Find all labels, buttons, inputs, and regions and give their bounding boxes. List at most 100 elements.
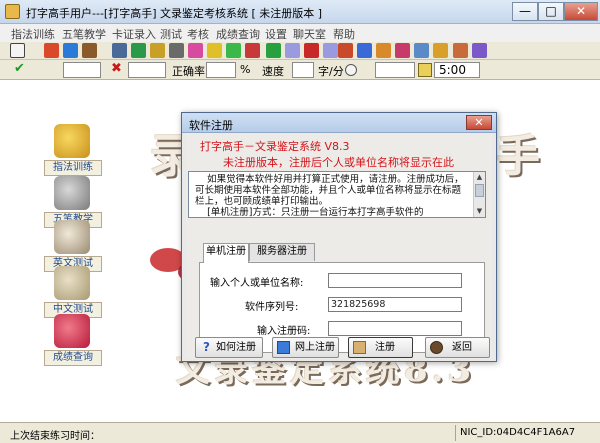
square-icon[interactable]	[285, 43, 300, 58]
tab-server[interactable]: 服务器注册	[249, 243, 315, 261]
menu-item-card-entry[interactable]: 卡证录入	[112, 26, 156, 42]
square2-icon[interactable]	[323, 43, 338, 58]
disk-icon[interactable]	[131, 43, 146, 58]
house-icon[interactable]	[376, 43, 391, 58]
notice-text: 如果觉得本软件好用并打算正式使用，请注册。注册成功后，可长期使用本软件全部功能，…	[195, 174, 464, 218]
chart-icon[interactable]	[188, 43, 203, 58]
check-toolbar-icon[interactable]	[266, 43, 281, 58]
serial-label: 软件序列号:	[245, 302, 299, 313]
serial-input[interactable]: 321825698	[328, 297, 462, 312]
alarm-clock-icon	[418, 63, 432, 77]
how-to-register-button[interactable]: ? 如何注册	[195, 337, 263, 358]
bar-chart-icon[interactable]	[338, 43, 353, 58]
menu-item-chatroom[interactable]: 聊天室	[293, 26, 326, 42]
dialog-title: 软件注册	[189, 119, 233, 132]
correct-icon: ✔	[14, 61, 25, 76]
scroll-up-icon[interactable]: ▲	[475, 173, 484, 182]
window-title: 打字高手用户---[打字高手] 文录鉴定考核系统 [ 未注册版本 ]	[26, 7, 323, 20]
online-register-label: 网上注册	[295, 342, 335, 353]
nic-id: NIC_ID:04D4C4F1A6A7	[460, 427, 576, 438]
stats-toolbar: ✔ ✖ 正确率 % 速度 字/分 5:00	[0, 60, 600, 80]
maximize-button[interactable]: □	[538, 2, 564, 21]
dialog-body: 打字高手－文录鉴定系统 V8.3 未注册版本，注册后个人或单位名称将显示在此 如…	[186, 133, 492, 359]
online-register-button[interactable]: 网上注册	[272, 337, 339, 358]
leaf-icon[interactable]	[226, 43, 241, 58]
tab-standalone[interactable]: 单机注册	[203, 243, 249, 263]
play-icon[interactable]	[10, 43, 25, 58]
clock-icon[interactable]	[150, 43, 165, 58]
star-icon	[54, 124, 90, 158]
menu-bar: 指法训练 五笔教学 卡证录入 测试 考核 成绩查询 设置 聊天室 帮助	[0, 24, 600, 42]
register-icon	[353, 341, 366, 354]
name-label: 输入个人或单位名称:	[210, 278, 304, 289]
people-icon[interactable]	[395, 43, 410, 58]
pause-icon[interactable]	[63, 43, 78, 58]
dialog-heading: 打字高手－文录鉴定系统 V8.3	[200, 140, 350, 153]
speed-unit-label: 字/分	[318, 65, 344, 78]
gift-icon	[54, 314, 90, 348]
menu-item-fingering[interactable]: 指法训练	[11, 26, 55, 42]
grid-icon[interactable]	[357, 43, 372, 58]
notice-scrollbar[interactable]: ▲ ▼	[473, 172, 485, 217]
title-bar: 打字高手用户---[打字高手] 文录鉴定考核系统 [ 未注册版本 ] — □ ✕	[0, 0, 600, 24]
menu-item-exam[interactable]: 考核	[187, 26, 209, 42]
registration-tabs: 单机注册 服务器注册	[199, 243, 485, 263]
wrong-count-field	[128, 62, 166, 78]
chinese-test-icon	[54, 266, 90, 300]
stop-icon[interactable]	[44, 43, 59, 58]
record-icon[interactable]	[82, 43, 97, 58]
background-watermark-right: 手	[496, 131, 540, 182]
cat-icon[interactable]	[453, 43, 468, 58]
stopwatch-icon	[345, 64, 357, 76]
app-icon	[5, 4, 20, 19]
minimize-button[interactable]: —	[512, 2, 538, 21]
back-label: 返回	[452, 342, 472, 353]
notice-textbox[interactable]: 如果觉得本软件好用并打算正式使用，请注册。注册成功后，可长期使用本软件全部功能，…	[188, 171, 486, 218]
back-icon	[430, 341, 443, 354]
star-toolbar-icon[interactable]	[207, 43, 222, 58]
accuracy-label: 正确率	[172, 65, 205, 78]
x-toolbar-icon[interactable]	[304, 43, 319, 58]
speed-field	[292, 62, 314, 78]
menu-item-test[interactable]: 测试	[160, 26, 182, 42]
monitor-icon	[277, 341, 290, 354]
close-button[interactable]: ✕	[564, 2, 598, 21]
register-button[interactable]: 注册	[348, 337, 413, 358]
sidebar-button-scores[interactable]: 成绩查询	[44, 314, 102, 372]
code-input[interactable]	[328, 321, 462, 336]
icon-toolbar	[0, 42, 600, 60]
trophy-icon[interactable]	[414, 43, 429, 58]
registration-dialog: 软件注册 ✕ 打字高手－文录鉴定系统 V8.3 未注册版本，注册后个人或单位名称…	[181, 112, 497, 362]
menu-item-wubi[interactable]: 五笔教学	[62, 26, 106, 42]
help-icon: ?	[203, 340, 210, 354]
dialog-close-button[interactable]: ✕	[466, 115, 492, 130]
scroll-down-icon[interactable]: ▼	[475, 207, 484, 216]
dialog-subheading: 未注册版本，注册后个人或单位名称将显示在此	[223, 156, 454, 169]
sidebar-label: 指法训练	[44, 160, 102, 176]
time-limit-field: 5:00	[434, 62, 480, 78]
last-practice-time: 上次结束练习时间：	[10, 431, 100, 442]
back-button[interactable]: 返回	[425, 337, 490, 358]
book-icon[interactable]	[112, 43, 127, 58]
code-label: 输入注册码:	[257, 326, 311, 337]
lamp-icon[interactable]	[433, 43, 448, 58]
percent-label: %	[240, 63, 251, 76]
menu-item-help[interactable]: 帮助	[333, 26, 355, 42]
name-input[interactable]	[328, 273, 462, 288]
monitor-icon[interactable]	[169, 43, 184, 58]
accuracy-field	[206, 62, 236, 78]
hand-icon	[54, 176, 90, 210]
elapsed-time-field	[375, 62, 415, 78]
register-label: 注册	[375, 342, 395, 353]
dialog-title-bar: 软件注册 ✕	[182, 113, 496, 133]
menu-item-settings[interactable]: 设置	[265, 26, 287, 42]
wrong-icon: ✖	[111, 61, 122, 76]
status-divider	[455, 425, 456, 441]
correct-count-field	[63, 62, 101, 78]
menu-item-scores[interactable]: 成绩查询	[216, 26, 260, 42]
sidebar-button-fingering[interactable]: 指法训练	[44, 124, 102, 182]
how-to-register-label: 如何注册	[216, 342, 256, 353]
flag-icon[interactable]	[245, 43, 260, 58]
scroll-thumb[interactable]	[475, 184, 484, 197]
gift-toolbar-icon[interactable]	[472, 43, 487, 58]
